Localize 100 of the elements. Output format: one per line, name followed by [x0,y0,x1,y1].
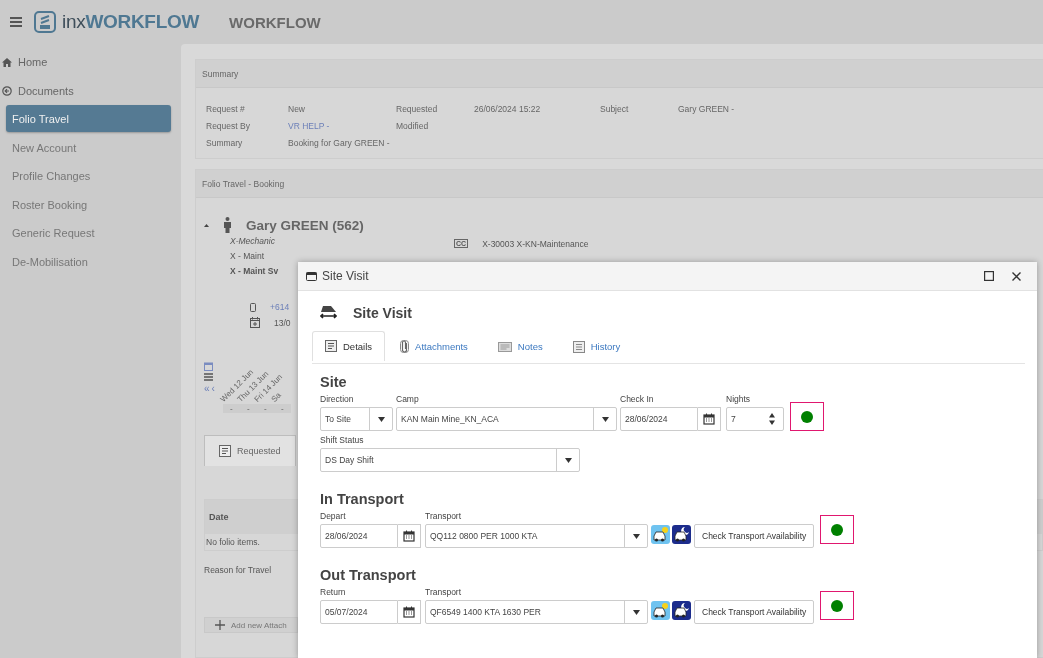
field-value: Booking for Gary GREEN - [288,138,391,148]
window-icon [306,271,317,281]
field-value: 26/06/2024 15:22 [474,104,542,114]
check-availability-button[interactable]: Check Transport Availability [694,600,815,624]
sidebar-item[interactable]: Folio Travel [6,105,171,132]
home-icon [2,57,12,67]
person-name: Gary GREEN (562) [246,217,364,233]
panel-title: Folio Travel - Booking [196,170,1043,198]
check-availability-button[interactable]: Check Transport Availability [694,524,815,548]
caret-icon [632,609,640,615]
close-icon[interactable] [1012,271,1021,281]
job-title: X-Mechanic [230,236,275,246]
dropdown[interactable]: DS Day Shift [320,448,580,472]
team-name: X - Maint Sv [230,266,279,276]
field-label: Check In [620,394,655,405]
field-label: Transport [425,587,463,598]
car-sun-icon[interactable] [651,601,670,620]
field-label: Summary [206,138,244,148]
add-attachment-button[interactable]: Add new Attach [204,617,298,633]
user-link[interactable]: VR HELP - [288,121,396,131]
field-label: Depart [320,511,347,522]
section-heading: Site [320,374,348,390]
phone-icon [250,302,256,312]
camp-icon [320,306,337,320]
sidebar-item[interactable]: De-Mobilisation [6,247,171,276]
day-cell-text: - [229,404,234,413]
calendar-icon [250,317,260,328]
calendar-button[interactable] [398,524,421,548]
caret-icon [601,416,609,422]
field-label: Camp [396,394,420,405]
sidebar-item[interactable]: Profile Changes [6,162,171,191]
sidebar-item[interactable]: Generic Request [6,219,171,248]
date-field[interactable]: 05/07/2024 [320,600,398,624]
field-label: Nights [726,394,752,405]
document-icon [219,445,231,457]
field-value: New [288,104,306,114]
dropdown[interactable]: KAN Main Mine_KN_ACA [396,407,617,431]
dialog-heading: Site Visit [353,305,412,321]
car-moon-icon[interactable] [672,601,691,620]
field-label: Request # [206,104,246,114]
paperclip-icon [400,340,410,353]
tab[interactable]: Notes [482,331,558,361]
circle-arrow-icon [2,85,12,96]
dialog-title: Site Visit [322,269,369,283]
section-heading: In Transport [320,491,405,507]
cost-centre: X-30003 X-KN-Maintenance [482,239,589,249]
plus-icon [215,620,225,630]
sidebar-item[interactable]: Documents [0,76,181,105]
column-header: Date [209,512,229,522]
field-label: Transport [425,511,463,522]
day-cell-text: - [263,404,268,413]
tab[interactable]: Attachments [385,331,483,361]
field-label: Request By [206,121,251,131]
calendar-button[interactable] [698,407,721,431]
day-cell-text: - [280,404,285,413]
list-icon[interactable] [204,373,213,381]
caret-icon [377,416,385,422]
calendar-button[interactable] [398,600,421,624]
calendar-icon [403,530,415,542]
nav-arrow[interactable]: « [204,383,210,394]
field-value: Gary GREEN - [678,104,736,114]
dropdown[interactable]: QQ112 0800 PER 1000 KTA [425,524,648,548]
tab[interactable]: Requested [204,435,296,466]
day-header: Sa [269,390,283,404]
person-icon [223,217,232,233]
dropdown[interactable]: To Site [320,407,393,431]
spinner-icon[interactable] [769,413,775,425]
notes-icon [497,341,512,352]
date-field[interactable]: 28/06/2024 [320,524,398,548]
field-label: Modified [396,121,430,131]
department: X - Maint [230,251,264,261]
nav-arrow[interactable]: ‹ [211,383,215,394]
number-field[interactable]: 7 [726,407,784,431]
calendar-icon [703,413,715,425]
tab[interactable]: Details [312,331,386,361]
menu-icon[interactable] [10,17,22,27]
maximize-icon[interactable] [984,271,994,281]
date-field[interactable]: 28/06/2024 [620,407,698,431]
date-text: 13/0 [274,317,291,328]
field-label: Subject [600,104,630,114]
app-title: WORKFLOW [229,13,321,31]
sidebar-item[interactable]: New Account [6,133,171,162]
logo-icon [34,11,56,33]
collapse-icon[interactable] [204,223,209,227]
field-label: Direction [320,394,355,405]
car-sun-icon[interactable] [651,525,670,544]
tab[interactable]: History [557,331,636,361]
logo-text: inxWORKFLOW [62,11,200,33]
phone-link[interactable]: +614 [270,302,290,312]
car-moon-icon[interactable] [672,525,691,544]
day-cell-text: - [246,404,251,413]
field-label: Requested [396,104,439,114]
field-label: Shift Status [320,435,365,446]
empty-message: No folio items. [205,536,261,549]
caret-icon [564,457,572,463]
dropdown[interactable]: QF6549 1400 KTA 1630 PER [425,600,648,624]
sidebar-item[interactable]: Home [0,48,181,77]
sidebar-item[interactable]: Roster Booking [6,190,171,219]
section-heading: Out Transport [320,567,417,583]
panel-title: Summary [196,60,1043,88]
